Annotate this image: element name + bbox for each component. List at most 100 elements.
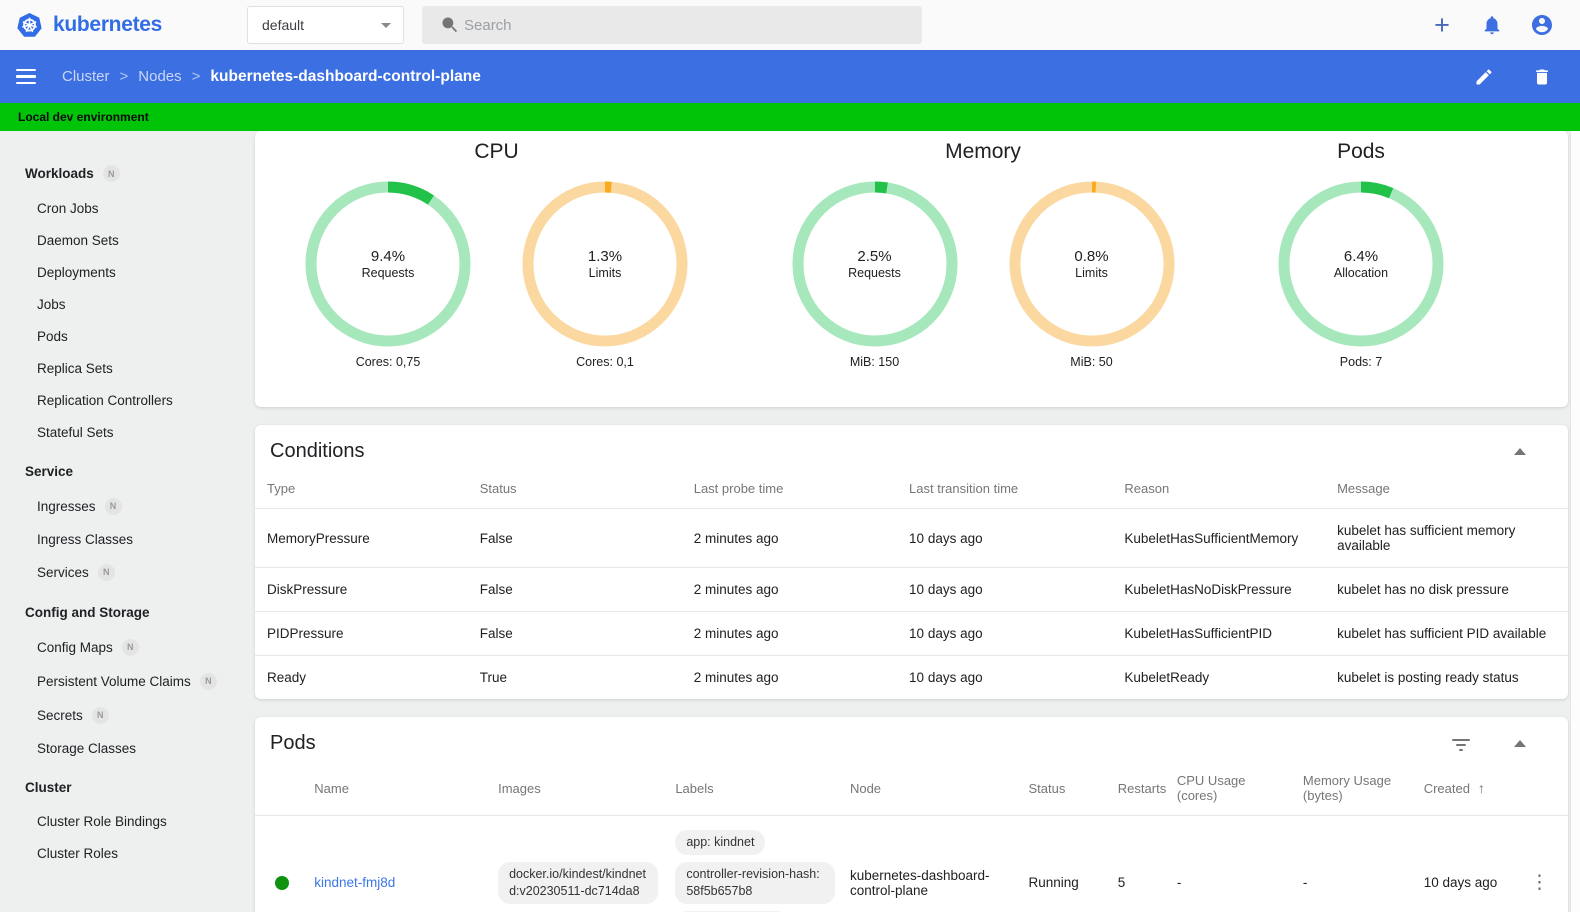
conditions-cell: DiskPressure — [267, 582, 348, 597]
conditions-column-message: Message — [1325, 471, 1568, 509]
namespace-selector[interactable]: default — [247, 6, 404, 44]
collapse-conditions-icon[interactable] — [1514, 448, 1526, 455]
sidebar-item-pods[interactable]: Pods — [0, 320, 247, 352]
sidebar-item-label: Pods — [37, 328, 68, 344]
conditions-cell: True — [479, 670, 507, 685]
conditions-column-status: Status — [467, 471, 682, 509]
collapse-pods-icon[interactable] — [1514, 740, 1526, 747]
delete-resource-button[interactable] — [1526, 61, 1558, 93]
pencil-icon — [1474, 67, 1494, 87]
sidebar-section-cluster[interactable]: Cluster — [0, 770, 247, 805]
environment-banner-text: Local dev environment — [18, 110, 149, 124]
pods-column-restarts[interactable]: Restarts — [1105, 763, 1166, 816]
donut-value: 6.4% — [1343, 248, 1379, 265]
sidebar-item-stateful-sets[interactable]: Stateful Sets — [0, 416, 247, 448]
new-badge: N — [97, 563, 115, 581]
donut-label: Requests — [848, 266, 901, 280]
pods-column-cpu-usage-cores[interactable]: CPU Usage (cores) — [1164, 763, 1291, 816]
notifications-button[interactable] — [1476, 9, 1508, 41]
vertical-scrollbar[interactable] — [1570, 131, 1580, 912]
breadcrumb-separator-icon: > — [191, 68, 201, 85]
conditions-table: Type Status Last probe time Last transition… — [255, 471, 1568, 699]
conditions-column-last-transition-time: Last transition time — [897, 471, 1113, 509]
sidebar-section-config-and-storage[interactable]: Config and Storage — [0, 595, 247, 630]
account-button[interactable] — [1526, 9, 1558, 41]
conditions-cell: KubeletHasNoDiskPressure — [1124, 582, 1292, 597]
pods-column-created[interactable]: Created ↑ — [1411, 763, 1519, 816]
pod-actions-menu-icon[interactable]: ⋮ — [1530, 871, 1549, 893]
sidebar-item-label: Replication Controllers — [37, 392, 173, 408]
sidebar-item-label: Services — [37, 564, 89, 580]
sidebar-item-replica-sets[interactable]: Replica Sets — [0, 352, 247, 384]
brand-wordmark: kubernetes — [53, 13, 163, 36]
pods-column-status[interactable]: Status — [1016, 763, 1106, 816]
conditions-cell: kubelet is posting ready status — [1337, 670, 1519, 685]
conditions-card: Conditions Type Status Last probe time Last… — [255, 425, 1568, 699]
environment-banner: Local dev environment — [0, 103, 1580, 131]
pod-restarts-cell: 5 — [1117, 875, 1126, 891]
sidebar-item-services[interactable]: Services N — [0, 555, 247, 589]
menu-toggle-button[interactable] — [16, 68, 36, 85]
breadcrumb-link-cluster[interactable]: Cluster — [62, 68, 110, 85]
donut-chart-memory-requests: 2.5% Requests MiB: 150 — [790, 179, 960, 369]
search-input[interactable] — [464, 16, 844, 34]
sidebar-item-jobs[interactable]: Jobs — [0, 288, 247, 320]
create-resource-button[interactable]: + — [1426, 9, 1458, 41]
sidebar-item-replication-controllers[interactable]: Replication Controllers — [0, 384, 247, 416]
sidebar-item-cluster-role-bindings[interactable]: Cluster Role Bindings — [0, 805, 247, 837]
sidebar-item-label: Jobs — [37, 296, 66, 312]
donut-chart-cpu-limits: 1.3% Limits Cores: 0,1 — [520, 179, 690, 369]
pods-column-memory-usage-bytes[interactable]: Memory Usage (bytes) — [1290, 763, 1412, 816]
edit-resource-button[interactable] — [1468, 61, 1500, 93]
donut-chart-cpu-requests: 9.4% Requests Cores: 0,75 — [303, 179, 473, 369]
conditions-cell: KubeletReady — [1124, 670, 1210, 685]
sidebar-item-cluster-roles[interactable]: Cluster Roles — [0, 837, 247, 869]
conditions-cell: Ready — [267, 670, 307, 685]
sidebar-item-secrets[interactable]: Secrets N — [0, 698, 247, 732]
conditions-cell: 2 minutes ago — [693, 530, 779, 546]
conditions-row: Ready True 2 minutes ago 10 days ago Kubelet… — [255, 656, 1568, 700]
chart-group-title: CPU — [474, 140, 519, 163]
sidebar-item-label: Storage Classes — [37, 740, 137, 756]
sidebar-item-ingress-classes[interactable]: Ingress Classes — [0, 523, 247, 555]
sidebar-item-persistent-volume-claims[interactable]: Persistent Volume Claims N — [0, 664, 247, 698]
chart-group-cpu: CPU 9.4% Requests Cores: 0,75 1.3% Limits Core… — [303, 137, 690, 407]
pods-column-node[interactable]: Node — [837, 763, 1017, 816]
pods-column-name[interactable]: Name — [302, 763, 487, 816]
kubernetes-logo[interactable]: kubernetes — [0, 12, 247, 39]
account-circle-icon — [1530, 13, 1554, 37]
filter-icon[interactable] — [1452, 737, 1470, 751]
conditions-cell: KubeletHasSufficientPID — [1124, 626, 1272, 641]
sidebar-item-daemon-sets[interactable]: Daemon Sets — [0, 224, 247, 256]
conditions-cell: PIDPressure — [267, 626, 344, 641]
conditions-cell: 10 days ago — [909, 626, 983, 641]
new-badge: N — [102, 165, 120, 182]
sidebar-item-config-maps[interactable]: Config Maps N — [0, 630, 247, 664]
chart-group-title: Memory — [945, 140, 1021, 163]
sidebar-section-service[interactable]: Service — [0, 454, 247, 489]
image-chip: docker.io/kindest/kindnetd:v20230511-dc7… — [498, 861, 659, 904]
conditions-cell: 10 days ago — [909, 670, 983, 685]
donut-value: 2.5% — [857, 248, 892, 265]
pods-column-labels[interactable]: Labels — [663, 763, 838, 816]
conditions-column-type: Type — [255, 471, 468, 509]
sidebar-section-workloads[interactable]: Workloads N — [0, 155, 247, 192]
sidebar-item-ingresses[interactable]: Ingresses N — [0, 489, 247, 523]
donut-label: Requests — [361, 266, 415, 280]
sidebar-item-cron-jobs[interactable]: Cron Jobs — [0, 192, 247, 224]
new-badge: N — [199, 672, 217, 690]
breadcrumb-link-nodes[interactable]: Nodes — [138, 68, 181, 85]
pods-column-actions — [1518, 763, 1568, 816]
pods-column-images[interactable]: Images — [486, 763, 664, 816]
pod-name-link[interactable]: kindnet-fmj8d — [314, 875, 395, 890]
sidebar-item-deployments[interactable]: Deployments — [0, 256, 247, 288]
sidebar-item-label: Cluster Role Bindings — [37, 813, 167, 829]
sidebar-item-label: Replica Sets — [37, 360, 113, 376]
top-app-bar: kubernetes default + — [0, 0, 1580, 50]
pods-card: Pods Name Images Labels Node Status Restarts C… — [255, 717, 1568, 912]
donut-value: 1.3% — [587, 248, 623, 265]
sidebar-item-storage-classes[interactable]: Storage Classes — [0, 732, 247, 764]
trash-icon — [1532, 67, 1552, 87]
pod-status-ok-icon — [275, 875, 289, 890]
bell-icon — [1481, 14, 1503, 36]
